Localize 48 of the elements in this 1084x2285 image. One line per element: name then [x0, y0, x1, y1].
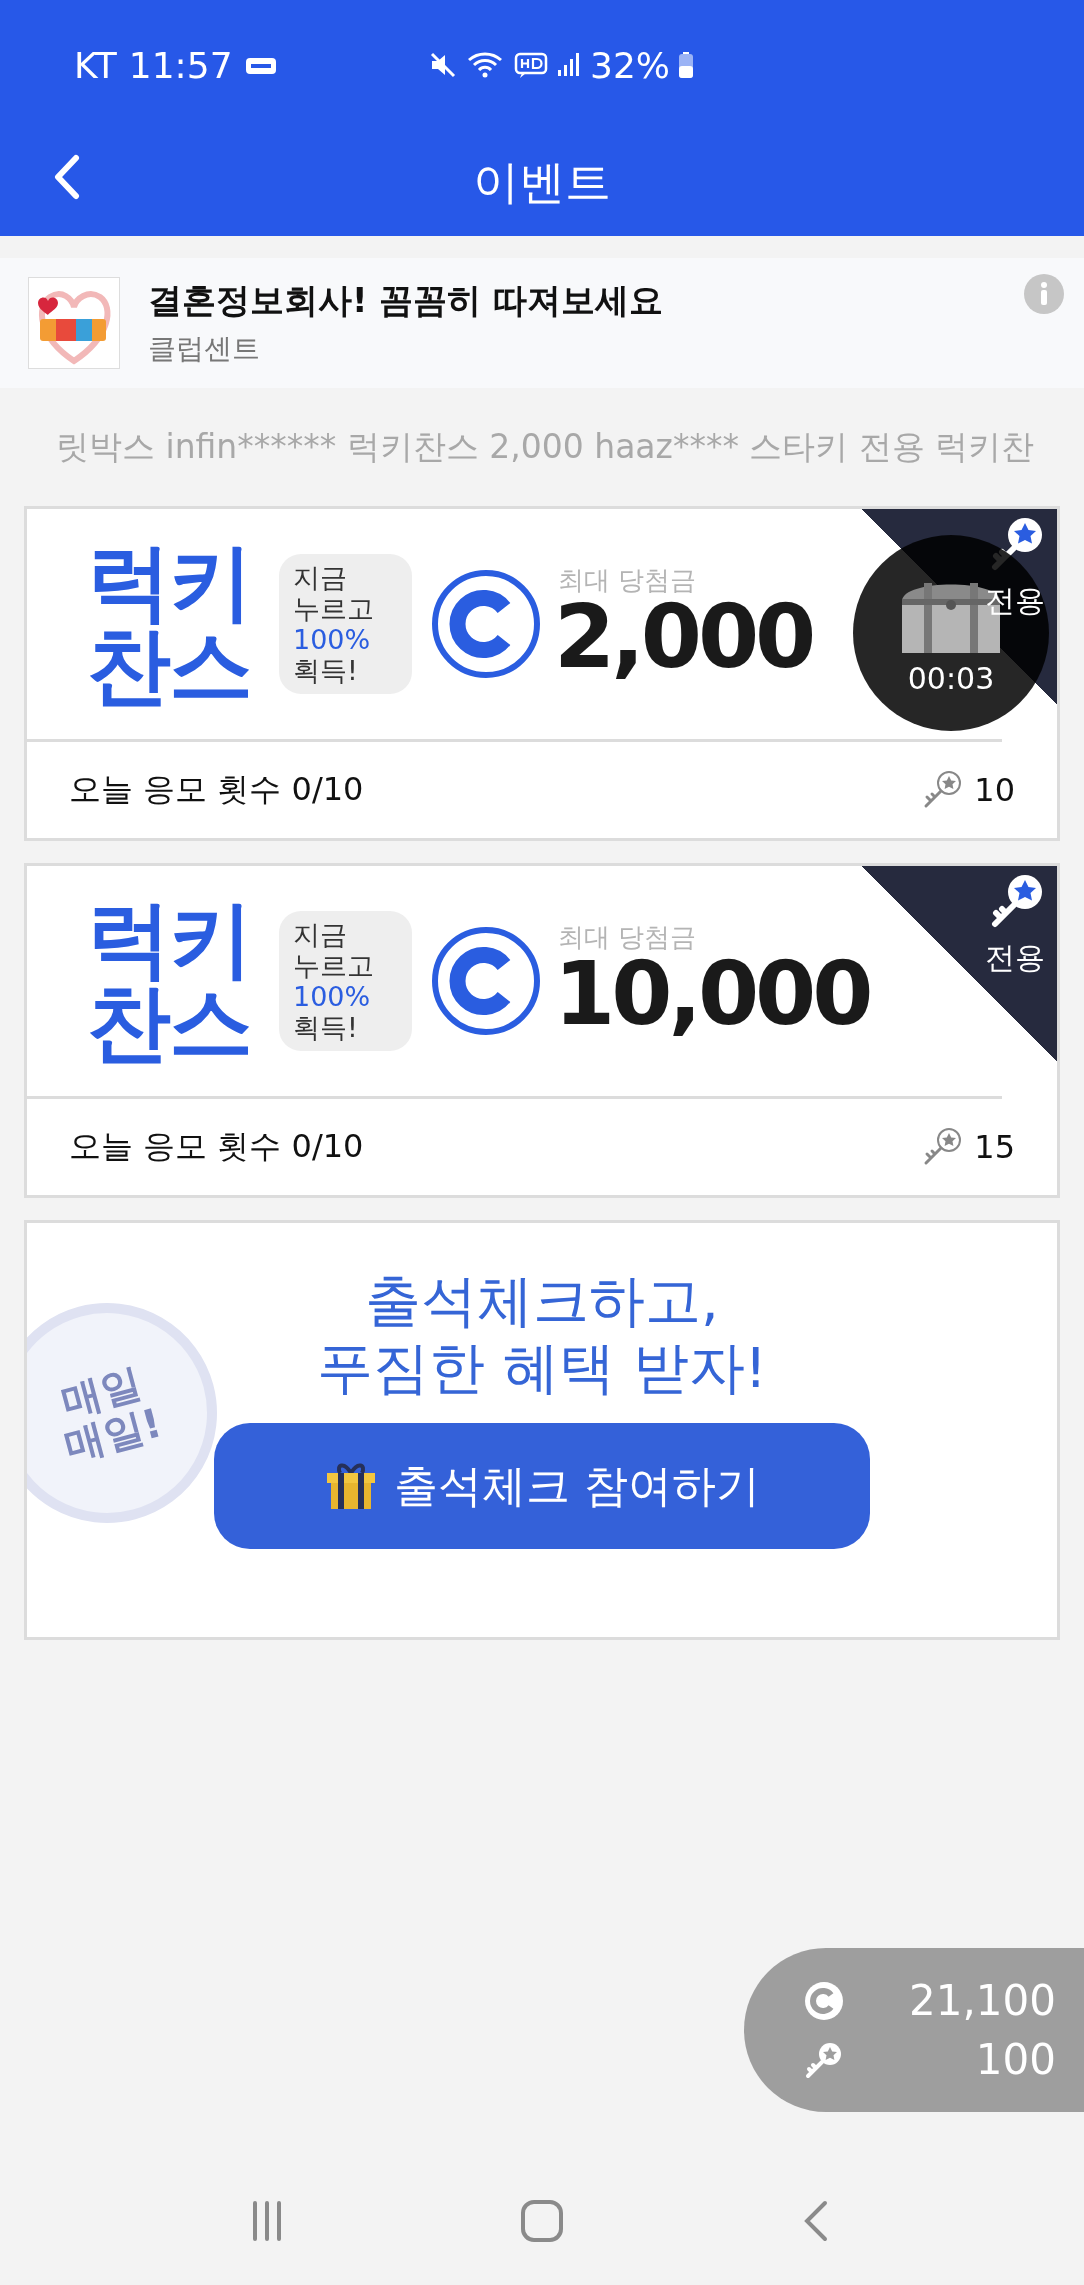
coin-icon: [804, 1980, 844, 2021]
attendance-headline: 출석체크하고,: [365, 1267, 719, 1335]
coin-balance: 21,100: [909, 1976, 1056, 2025]
gift-icon: [324, 1461, 378, 1512]
coin-icon: [430, 568, 542, 680]
max-prize-label: 최대 당첨금: [558, 567, 698, 593]
bubble-text: 지금: [293, 561, 348, 593]
lucky-chance-card[interactable]: 럭키 찬스 지금 누르고 100% 획득! 최대 당첨금 10,000 전용 오늘 응모 횟수 0/10 15: [24, 863, 1060, 1198]
exclusive-label: 전용: [985, 582, 1045, 620]
page-title: 이벤트: [473, 154, 611, 211]
attendance-headline: 푸짐한 혜택 받자!: [316, 1334, 768, 1402]
countdown: 00:03: [907, 660, 995, 696]
carrier: KT: [74, 44, 117, 86]
clock: 11:57: [128, 44, 233, 86]
info-icon[interactable]: [1024, 274, 1064, 314]
home-icon: [520, 2199, 564, 2243]
hd-icon: [514, 50, 548, 80]
bubble-text: 획득!: [293, 655, 359, 687]
lucky-chance-title: 럭키: [87, 540, 252, 624]
max-prize-label: 최대 당첨금: [558, 924, 698, 950]
lucky-chance-title: 찬스: [87, 981, 252, 1065]
bubble-text: 누르고: [293, 949, 375, 981]
battery-icon: [678, 50, 694, 80]
coin-icon: [430, 925, 542, 1037]
attendance-button[interactable]: 출석체크 참여하기: [214, 1423, 870, 1550]
bubble-text: 100%: [293, 981, 372, 1013]
key-cost: 15: [974, 1128, 1015, 1166]
winners-ticker: 릿박스 infin****** 럭키찬스 2,000 haaz**** 스타키 전용 럭키찬: [56, 425, 1035, 468]
ad-banner[interactable]: 결혼정보회사! 꼼꼼히 따져보세요 클럽센트: [0, 258, 1084, 388]
exclusive-label: 전용: [985, 939, 1045, 977]
lucky-chance-card[interactable]: 럭키 찬스 지금 누르고 100% 획득! 최대 당첨금 2,000 전용 00:03 오늘 응모 횟수 0/10 10: [24, 506, 1060, 841]
back-icon: [52, 154, 82, 200]
entry-count: 오늘 응모 횟수 0/10: [69, 769, 364, 810]
ad-title: 결혼정보회사! 꼼꼼히 따져보세요: [148, 279, 664, 322]
prize-amount: 10,000: [554, 950, 870, 1038]
key-balance: 100: [975, 2035, 1056, 2084]
bubble-text: 획득!: [293, 1012, 359, 1044]
battery-percent: 32%: [590, 44, 670, 86]
bubble-text: 누르고: [293, 592, 375, 624]
entry-count: 오늘 응모 횟수 0/10: [69, 1126, 364, 1167]
advertiser-name: 클럽센트: [148, 331, 261, 367]
lucky-chance-title: 찬스: [87, 624, 252, 708]
key-cost: 10: [974, 771, 1015, 809]
lucky-chance-title: 럭키: [87, 897, 252, 981]
mute-icon: [428, 50, 458, 80]
bubble-text: 100%: [293, 624, 372, 656]
bubble-text: 지금: [293, 918, 348, 950]
prize-amount: 2,000: [554, 593, 813, 681]
